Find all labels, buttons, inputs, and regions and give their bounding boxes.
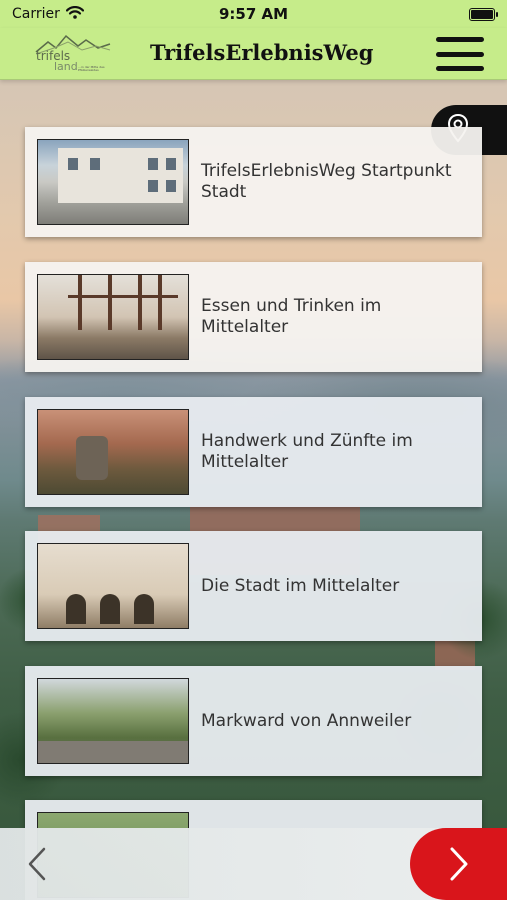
wifi-icon [65, 5, 84, 23]
timber-beam [108, 275, 112, 330]
battery-icon [469, 7, 498, 21]
window-shape [148, 180, 158, 192]
status-left: Carrier [12, 5, 84, 23]
timber-beam [158, 275, 162, 330]
window-shape [166, 158, 176, 170]
stairs-shape [38, 741, 188, 763]
next-button[interactable] [410, 828, 507, 900]
menu-bar-bottom [436, 66, 484, 71]
station-card-2[interactable]: Essen und Trinken im Mittelalter [25, 262, 482, 372]
timber-beam [78, 275, 82, 330]
building-shape [58, 148, 183, 203]
station-thumbnail [37, 139, 189, 225]
station-card-5[interactable]: Markward von Annweiler [25, 666, 482, 776]
app-header: trifels land …in der Mitte des Pfälzerwa… [0, 28, 507, 80]
window-shape [90, 158, 100, 170]
timber-beam [138, 275, 142, 330]
wine-press-shape [76, 436, 108, 480]
chevron-right-icon [450, 847, 468, 881]
menu-bar-top [436, 37, 484, 42]
hamburger-menu-icon[interactable] [436, 35, 484, 73]
station-thumbnail [37, 678, 189, 764]
station-thumbnail [37, 274, 189, 360]
station-card-3[interactable]: Handwerk und Zünfte im Mittelalter [25, 397, 482, 507]
chevron-left-icon[interactable] [22, 846, 52, 882]
station-card-1[interactable]: TrifelsErlebnisWeg Startpunkt Stadt [25, 127, 482, 237]
carrier-label: Carrier [12, 6, 60, 22]
page-title: TrifelsErlebnisWeg [150, 40, 374, 65]
station-label: Markward von Annweiler [201, 710, 412, 731]
station-thumbnail [37, 543, 189, 629]
svg-text:Pfälzerwaldes: Pfälzerwaldes [78, 68, 99, 72]
station-label: Die Stadt im Mittelalter [201, 575, 400, 596]
arch-shape [134, 594, 154, 624]
station-card-4[interactable]: Die Stadt im Mittelalter [25, 531, 482, 641]
svg-text:land: land [54, 60, 78, 72]
window-shape [68, 158, 78, 170]
arch-shape [100, 594, 120, 624]
menu-bar-middle [436, 51, 484, 57]
trifelsland-logo[interactable]: trifels land …in der Mitte des Pfälzerwa… [34, 32, 112, 73]
station-label: Handwerk und Zünfte im Mittelalter [201, 431, 413, 472]
station-label: TrifelsErlebnisWeg Startpunkt Stadt [201, 161, 452, 202]
window-shape [148, 158, 158, 170]
station-thumbnail [37, 409, 189, 495]
window-shape [166, 180, 176, 192]
arch-shape [66, 594, 86, 624]
station-label: Essen und Trinken im Mittelalter [201, 296, 382, 337]
status-bar: Carrier 9:57 AM [0, 0, 507, 28]
